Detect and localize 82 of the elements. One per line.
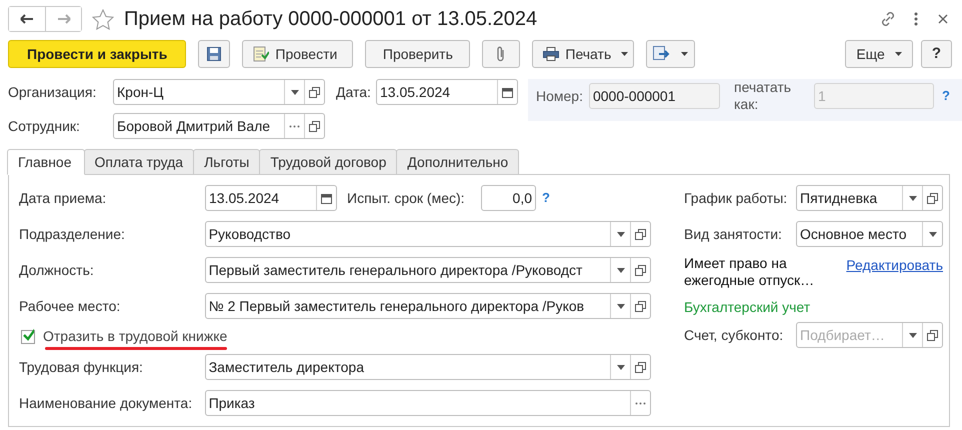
open-icon <box>309 120 320 132</box>
attach-button[interactable] <box>482 40 520 68</box>
caret-icon <box>616 364 624 370</box>
field-label: Номер: <box>536 86 583 106</box>
document-check-icon <box>253 46 270 62</box>
field-label: График работы: <box>684 188 788 208</box>
input-field[interactable]: Заместитель директора <box>204 354 651 380</box>
more-icon <box>914 12 918 26</box>
post-and-close-button[interactable]: Провести и закрыть <box>8 40 186 68</box>
caret-icon <box>894 52 902 56</box>
tab[interactable]: Трудовой договор <box>259 149 398 175</box>
save-button[interactable] <box>198 40 230 68</box>
caret-icon <box>616 232 624 236</box>
caret-icon <box>928 232 936 236</box>
help-button[interactable]: ? <box>920 40 952 68</box>
forward-arrow-icon <box>56 14 70 24</box>
related-button[interactable] <box>646 40 696 68</box>
input-field[interactable]: Первый заместитель генерального директора /Руководст <box>204 257 651 283</box>
input-field[interactable]: 13.05.2024 <box>205 185 337 211</box>
field-label: Наименование документа: <box>19 394 194 413</box>
open-icon <box>927 192 938 204</box>
window-title: Прием на работу 0000-000001 от 13.05.2024 <box>124 7 538 32</box>
field-label: Вид занятости: <box>684 224 783 244</box>
checkbox[interactable] <box>21 330 35 344</box>
input-field[interactable]: № 2 Первый заместитель генерального директора /Руков <box>204 293 651 319</box>
print-button[interactable]: Печать <box>532 40 634 68</box>
input-field[interactable]: Руководство <box>204 221 651 247</box>
field-label: Организация: <box>8 82 98 102</box>
caret-icon <box>908 332 916 338</box>
section-heading: Бухгалтерский учет <box>684 298 810 317</box>
open-icon <box>927 330 938 340</box>
ellipsis-icon <box>289 124 300 128</box>
back-arrow-icon <box>20 14 34 24</box>
input-field[interactable]: Боровой Дмитрий Вале <box>113 113 325 139</box>
open-icon <box>309 86 320 98</box>
field-label: Должность: <box>19 260 95 280</box>
post-button[interactable]: Провести <box>242 40 354 68</box>
tab[interactable]: Льготы <box>193 149 260 175</box>
field-label: Подразделение: <box>19 224 126 244</box>
input-field[interactable]: Основное место <box>796 221 943 247</box>
input-field[interactable]: 0000-000001 <box>588 83 720 109</box>
ellipsis-icon <box>635 402 646 404</box>
field-label: Сотрудник: <box>8 116 81 136</box>
tab[interactable]: Главное <box>7 149 84 175</box>
caret-icon <box>908 196 916 200</box>
input-field[interactable]: 13.05.2024 <box>376 79 518 105</box>
caret-icon <box>621 52 628 56</box>
open-icon <box>635 264 646 276</box>
field-label: Счет, субконто: <box>684 326 784 345</box>
field-label: Трудовая функция: <box>19 358 144 377</box>
printer-icon <box>543 47 560 61</box>
field-label: Дата: <box>336 82 372 102</box>
star-icon <box>92 8 114 30</box>
input-field[interactable]: Крон-Ц <box>113 79 325 105</box>
input-field[interactable]: 0,0 <box>481 185 536 211</box>
tab[interactable]: Оплата труда <box>84 149 194 175</box>
caret-icon <box>681 52 688 56</box>
save-icon <box>207 47 222 61</box>
calendar-icon <box>321 192 332 204</box>
caret-icon <box>290 90 298 94</box>
link-icon <box>880 11 896 27</box>
input-field[interactable]: Пятидневка <box>796 185 943 211</box>
field-label: Испыт. срок (мес): <box>347 188 466 208</box>
field-label: Дата приема: <box>19 188 108 208</box>
open-icon <box>635 228 646 240</box>
input-field[interactable]: Приказ <box>204 390 651 416</box>
field-label: печатать как: <box>734 79 792 113</box>
vacation-note: Имеет право на ежегодные отпуск… <box>684 255 816 289</box>
caret-icon <box>616 304 624 308</box>
open-icon <box>635 300 646 312</box>
close-icon <box>938 14 948 24</box>
calendar-icon <box>502 86 513 98</box>
document-arrow-icon <box>653 46 672 62</box>
check-button[interactable]: Проверить <box>365 40 470 68</box>
caret-icon <box>616 268 624 272</box>
help-link[interactable]: ? <box>542 188 550 208</box>
field-label: Рабочее место: <box>19 296 122 316</box>
edit-link[interactable]: Редактировать <box>846 255 943 276</box>
tab[interactable]: Дополнительно <box>396 149 520 175</box>
open-icon <box>635 362 646 372</box>
more-button[interactable]: Еще <box>845 40 913 68</box>
checkbox-label[interactable]: Отразить в трудовой книжке <box>43 326 228 347</box>
